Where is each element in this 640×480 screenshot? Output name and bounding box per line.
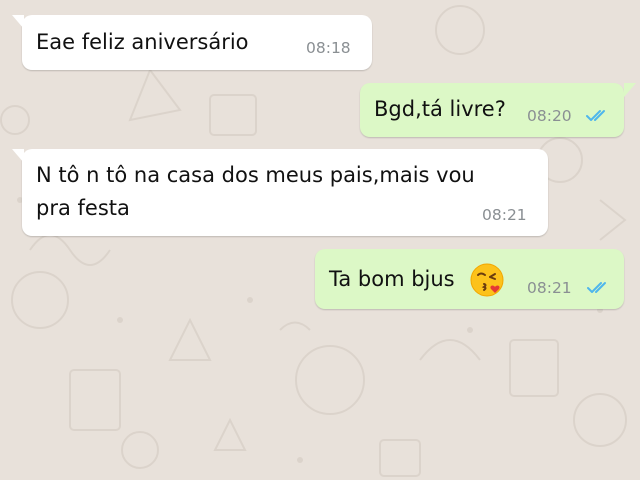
message-timestamp: 08:20 <box>527 107 572 125</box>
message-text-content: Ta bom bjus <box>329 267 455 291</box>
message-text-line-2: pra festa <box>36 196 130 220</box>
chat-wallpaper <box>0 0 640 480</box>
message-text-line-1: N tô n tô na casa dos meus pais,mais vou <box>36 163 475 187</box>
message-text: Eae feliz aniversário <box>36 30 249 54</box>
kissing-face-emoji-icon <box>470 263 504 297</box>
message-timestamp: 08:21 <box>482 206 527 224</box>
message-text: Ta bom bjus <box>329 262 505 298</box>
message-bubble-outgoing[interactable]: Ta bom bjus 08:21 <box>315 249 624 309</box>
bubble-tail <box>12 149 24 163</box>
message-text: Bgd,tá livre? <box>374 97 506 121</box>
double-check-read-icon <box>586 110 605 121</box>
double-check-read-icon <box>587 282 606 293</box>
message-timestamp: 08:18 <box>306 39 351 57</box>
message-bubble-incoming[interactable]: N tô n tô na casa dos meus pais,mais vou… <box>22 149 548 236</box>
bubble-tail <box>12 15 24 29</box>
message-bubble-outgoing[interactable]: Bgd,tá livre? 08:20 <box>360 83 624 137</box>
bubble-tail <box>624 83 636 97</box>
message-bubble-incoming[interactable]: Eae feliz aniversário 08:18 <box>22 15 372 70</box>
message-timestamp: 08:21 <box>527 279 572 297</box>
